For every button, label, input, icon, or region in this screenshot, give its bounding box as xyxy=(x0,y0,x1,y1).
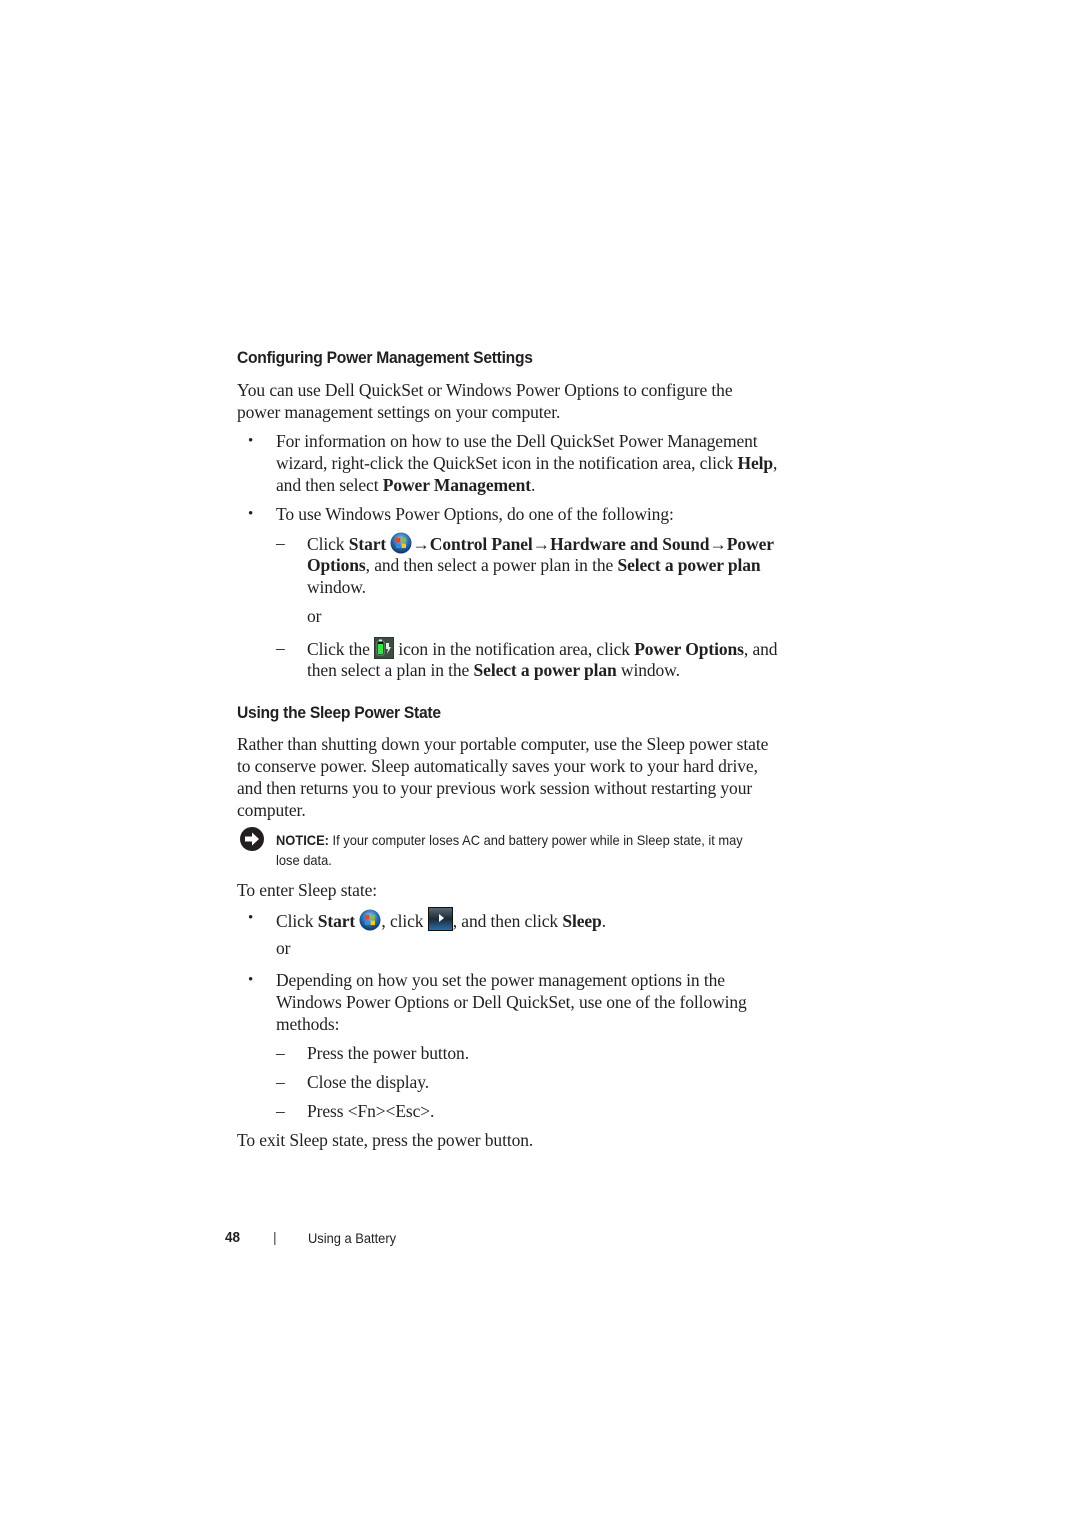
section-heading-configuring-power: Configuring Power Management Settings xyxy=(237,348,533,367)
text: wizard, right-click the QuickSet icon in… xyxy=(276,453,738,473)
dash-marker: – xyxy=(276,1101,285,1121)
dash-marker: – xyxy=(276,638,285,658)
bullet1-line-3: and then select Power Management. xyxy=(276,474,535,496)
bullet-marker: • xyxy=(248,910,254,926)
notice-label: NOTICE: xyxy=(276,832,329,848)
power-options-ref: Power Options xyxy=(634,639,744,659)
select-power-plan-ref: Select a power plan xyxy=(473,660,617,680)
select-power-plan-ref: Select a power plan xyxy=(617,555,761,575)
bullet1-line-1: For information on how to use the Dell Q… xyxy=(276,431,758,451)
text: , and then click xyxy=(452,911,563,931)
sleep-para-line-4: computer. xyxy=(237,800,306,820)
options-ref: Options xyxy=(307,555,366,575)
notice-line-2: lose data. xyxy=(276,852,332,868)
sleep-para-line-2: to conserve power. Sleep automatically s… xyxy=(237,756,758,776)
or-separator: or xyxy=(307,606,322,626)
method-item: Press the power button. xyxy=(307,1043,469,1063)
intro-line-2: power management settings on your comput… xyxy=(237,402,561,422)
text: Click xyxy=(276,911,318,931)
dash2-line-2: then select a plan in the Select a power… xyxy=(307,659,680,681)
text: . xyxy=(531,475,536,495)
enter-sleep-label: To enter Sleep state: xyxy=(237,880,378,900)
sleep-bullet2-line-1: Depending on how you set the power manag… xyxy=(276,970,725,990)
or-separator: or xyxy=(276,938,291,958)
sleep-bullet1: Click Start , click , and then click Sle… xyxy=(276,907,606,936)
section-heading-sleep-power-state: Using the Sleep Power State xyxy=(237,703,441,722)
text: then select a plan in the xyxy=(307,660,474,680)
bullet2-text: To use Windows Power Options, do one of … xyxy=(276,504,674,524)
bullet1-line-2: wizard, right-click the QuickSet icon in… xyxy=(276,452,777,474)
text: , click xyxy=(381,911,428,931)
text: , and then select a power plan in the xyxy=(365,555,618,575)
bullet-marker: • xyxy=(248,972,254,988)
sleep-para-line-1: Rather than shutting down your portable … xyxy=(237,734,769,754)
exit-sleep-text: To exit Sleep state, press the power but… xyxy=(237,1130,534,1150)
sleep-bullet2-line-2: Windows Power Options or Dell QuickSet, … xyxy=(276,992,747,1012)
text: If your computer loses AC and battery po… xyxy=(328,832,743,848)
power-management-ref: Power Management xyxy=(382,475,532,495)
text: , xyxy=(773,453,778,473)
start-ref: Start xyxy=(317,911,356,931)
text: , and xyxy=(743,639,778,659)
bullet-marker: • xyxy=(248,506,254,522)
notice-arrow-icon xyxy=(239,826,265,857)
dash-marker: – xyxy=(276,1043,285,1063)
method-item: Press <Fn><Esc>. xyxy=(307,1101,435,1121)
chapter-title: Using a Battery xyxy=(308,1230,397,1246)
dash1-line-3: window. xyxy=(307,577,366,597)
text: and then select xyxy=(276,475,383,495)
start-ref: Start xyxy=(348,534,387,554)
dash-marker: – xyxy=(276,533,285,553)
intro-line-1: You can use Dell QuickSet or Windows Pow… xyxy=(237,380,733,400)
dash-marker: – xyxy=(276,1072,285,1092)
method-item: Close the display. xyxy=(307,1072,429,1092)
dash1-line-2: Options, and then select a power plan in… xyxy=(307,554,761,576)
sleep-para-line-3: and then returns you to your previous wo… xyxy=(237,778,753,798)
text: Click the xyxy=(307,639,375,659)
notice-line-1: NOTICE: If your computer loses AC and ba… xyxy=(276,830,743,850)
bullet-marker: • xyxy=(248,433,254,449)
footer-separator: | xyxy=(273,1229,277,1245)
text: Click xyxy=(307,534,349,554)
sleep-bullet2-line-3: methods: xyxy=(276,1014,340,1034)
text: . xyxy=(601,911,606,931)
text: window. xyxy=(616,660,680,680)
text: icon in the notification area, click xyxy=(394,639,635,659)
sleep-ref: Sleep xyxy=(562,911,602,931)
control-panel-path: →Control Panel→Hardware and Sound→Power xyxy=(412,534,774,554)
manual-page: Configuring Power Management Settings Yo… xyxy=(0,0,1080,1527)
windows-start-orb-icon xyxy=(359,909,381,936)
help-menu-ref: Help xyxy=(737,453,774,473)
power-arrow-button-icon xyxy=(427,907,453,936)
page-number: 48 xyxy=(225,1229,241,1246)
